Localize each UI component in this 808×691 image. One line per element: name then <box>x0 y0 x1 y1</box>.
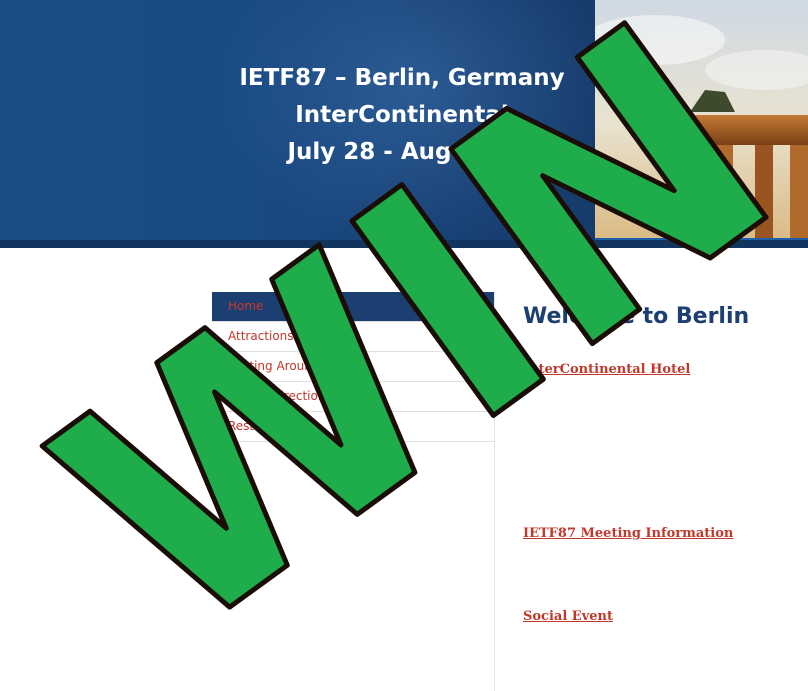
nav-item-maps[interactable]: Maps / Directions <box>212 382 494 412</box>
brandenburg-gate-photo <box>595 0 808 248</box>
event-title-line-3: July 28 - August 2 <box>287 139 517 165</box>
event-title-line-2: InterContinental <box>295 102 509 128</box>
social-event-link[interactable]: Social Event <box>523 609 613 624</box>
intercontinental-link[interactable]: InterContinental Hotel <box>523 362 690 377</box>
main-content: Welcome to Berlin InterContinental Hotel… <box>494 292 808 691</box>
meeting-info-link[interactable]: IETF87 Meeting Information <box>523 526 733 541</box>
event-title-line-1: IETF87 – Berlin, Germany <box>239 65 565 91</box>
nav-item-restaurants[interactable]: Restaurants <box>212 412 494 442</box>
banner-stripe <box>0 240 808 248</box>
nav-item-attractions[interactable]: Attractions <box>212 322 494 352</box>
nav-item-home[interactable]: Home <box>212 292 494 322</box>
nav-item-getting-around[interactable]: Getting Around <box>212 352 494 382</box>
event-title: IETF87 – Berlin, Germany InterContinenta… <box>212 60 592 171</box>
left-navigation: Home Attractions Getting Around Maps / D… <box>212 292 494 442</box>
welcome-heading: Welcome to Berlin <box>523 304 750 329</box>
header-banner: IETF87 – Berlin, Germany InterContinenta… <box>0 0 808 248</box>
